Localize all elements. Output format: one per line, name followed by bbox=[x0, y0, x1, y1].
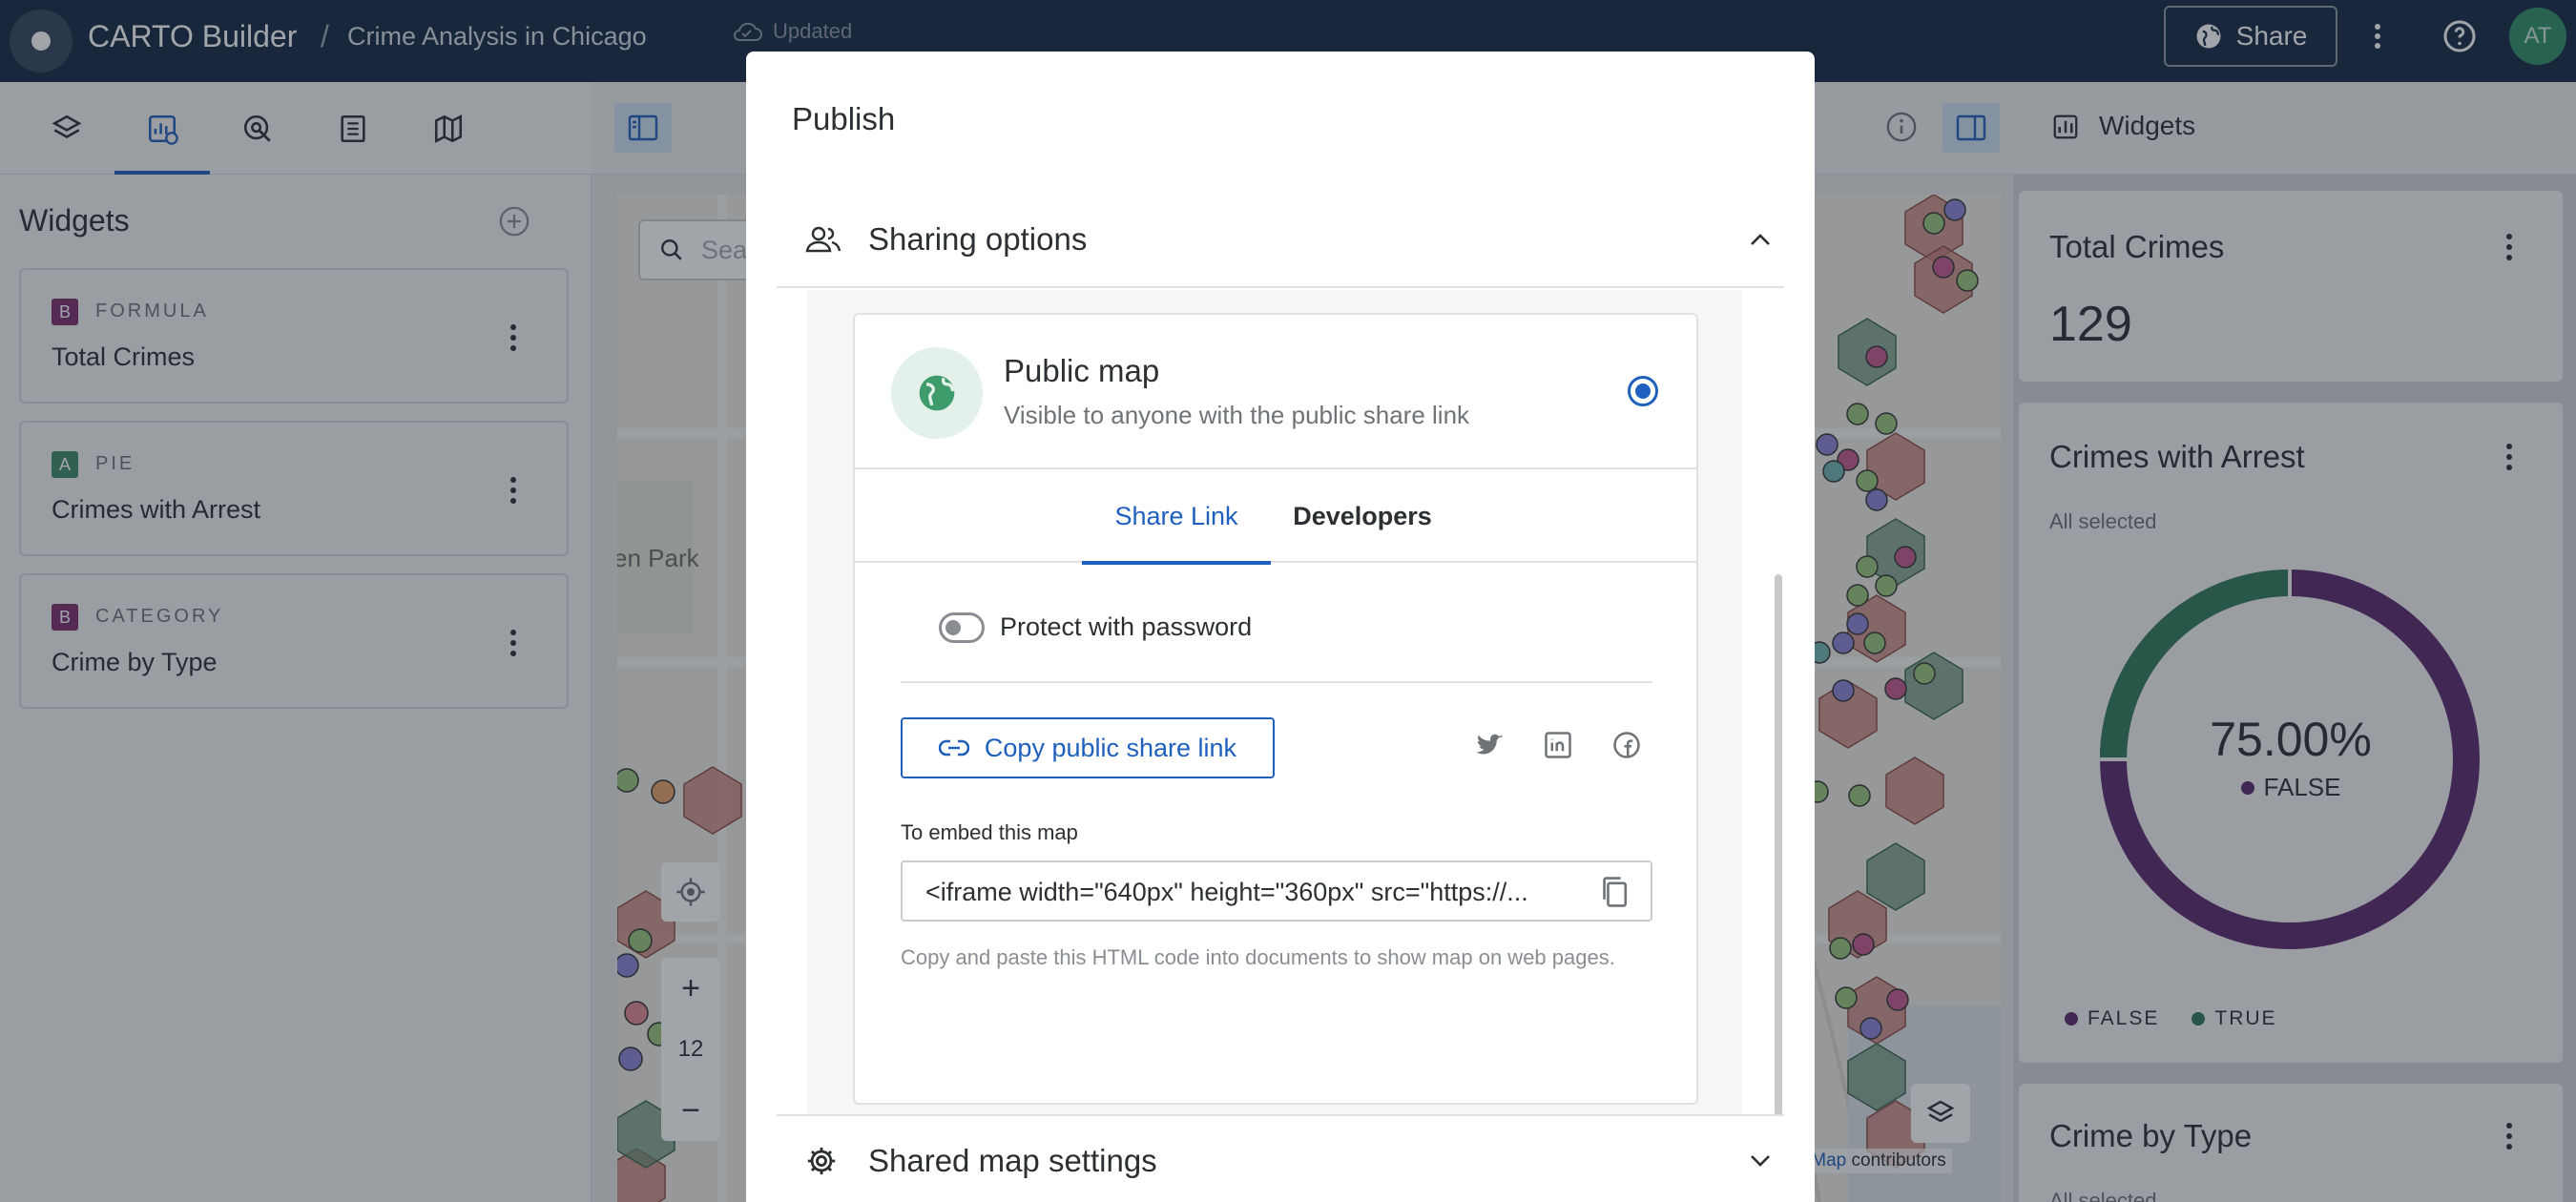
share-tabs: Share Link Developers bbox=[855, 469, 1696, 565]
sharing-options-header[interactable]: Sharing options bbox=[777, 193, 1784, 286]
tab-developers[interactable]: Developers bbox=[1271, 469, 1454, 563]
password-toggle[interactable] bbox=[939, 612, 985, 643]
globe-icon bbox=[891, 347, 983, 439]
option-title: Public map bbox=[1004, 353, 1160, 388]
twitter-icon[interactable] bbox=[1475, 733, 1504, 762]
people-icon bbox=[805, 226, 841, 253]
copy-share-link-button[interactable]: Copy public share link bbox=[901, 717, 1275, 778]
copy-link-label: Copy public share link bbox=[984, 733, 1237, 762]
linkedin-icon[interactable] bbox=[1544, 731, 1572, 764]
password-toggle-label: Protect with password bbox=[1000, 612, 1253, 641]
public-map-radio[interactable] bbox=[1628, 376, 1658, 406]
chevron-up-icon bbox=[1751, 234, 1770, 245]
embed-label: To embed this map bbox=[901, 820, 1078, 844]
public-map-option[interactable]: Public map Visible to anyone with the pu… bbox=[853, 313, 1698, 469]
gear-icon bbox=[807, 1147, 836, 1175]
share-panel: Share Link Developers Protect with passw… bbox=[853, 467, 1698, 1105]
shared-map-settings-header[interactable]: Shared map settings bbox=[777, 1118, 1784, 1202]
publish-dialog: Publish Sharing options Public map Visib… bbox=[746, 52, 1815, 1202]
copy-icon[interactable] bbox=[1599, 876, 1630, 913]
section-divider bbox=[777, 1114, 1784, 1116]
facebook-icon[interactable] bbox=[1612, 731, 1641, 764]
embed-help-text: Copy and paste this HTML code into docum… bbox=[901, 945, 1615, 969]
section-divider bbox=[777, 286, 1784, 288]
embed-code-field[interactable]: <iframe width="640px" height="360px" src… bbox=[901, 860, 1652, 922]
option-description: Visible to anyone with the public share … bbox=[1004, 401, 1470, 429]
dialog-title: Publish bbox=[792, 101, 896, 136]
section-label: Shared map settings bbox=[868, 1143, 1157, 1178]
section-label: Sharing options bbox=[868, 221, 1088, 257]
chevron-down-icon bbox=[1751, 1155, 1770, 1167]
link-icon bbox=[938, 739, 969, 756]
divider bbox=[901, 681, 1652, 683]
embed-code: <iframe width="640px" height="360px" src… bbox=[925, 878, 1528, 906]
scrollbar[interactable] bbox=[1775, 574, 1782, 1116]
tab-share-link[interactable]: Share Link bbox=[1082, 469, 1271, 565]
